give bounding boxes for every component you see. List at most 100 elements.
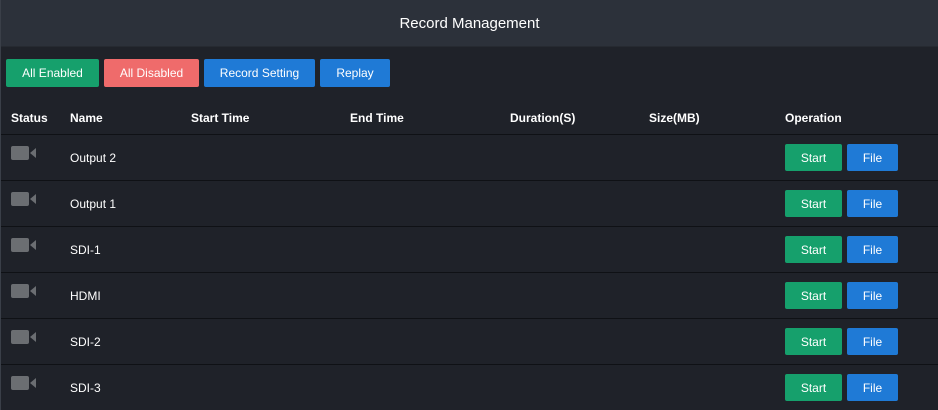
column-header-status: Status <box>1 101 70 135</box>
size-cell <box>649 272 785 319</box>
video-camera-icon-lens <box>30 240 36 250</box>
video-camera-icon-lens <box>30 332 36 342</box>
name-cell: SDI-1 <box>70 226 191 273</box>
video-camera-icon <box>11 376 37 391</box>
name-cell: SDI-3 <box>70 364 191 410</box>
video-camera-icon <box>11 330 37 345</box>
video-camera-icon-body <box>11 238 29 252</box>
start-record-button[interactable]: Start <box>785 282 842 309</box>
start-time-cell <box>191 364 350 410</box>
end-time-cell <box>350 226 510 273</box>
name-cell: HDMI <box>70 272 191 319</box>
duration-cell <box>510 134 649 181</box>
status-cell <box>1 318 70 365</box>
page-title: Record Management <box>399 14 540 32</box>
operation-buttons: Start File <box>785 236 938 263</box>
operation-cell: Start File <box>785 180 938 227</box>
table-row: HDMI Start File <box>1 272 938 319</box>
record-table: Status Name Start Time End Time Duration… <box>1 101 938 410</box>
operation-cell: Start File <box>785 134 938 181</box>
video-camera-icon-lens <box>30 286 36 296</box>
video-camera-icon <box>11 192 37 207</box>
operation-buttons: Start File <box>785 328 938 355</box>
operation-cell: Start File <box>785 226 938 273</box>
name-cell: Output 2 <box>70 134 191 181</box>
table-row: Output 1 Start File <box>1 180 938 227</box>
table-row: SDI-3 Start File <box>1 364 938 410</box>
start-time-cell <box>191 134 350 181</box>
start-time-cell <box>191 226 350 273</box>
column-header-end-time: End Time <box>350 101 510 135</box>
table-row: Output 2 Start File <box>1 134 938 181</box>
size-cell <box>649 134 785 181</box>
operation-cell: Start File <box>785 364 938 410</box>
video-camera-icon <box>11 284 37 299</box>
file-button[interactable]: File <box>847 190 898 217</box>
status-cell <box>1 226 70 273</box>
column-header-size: Size(MB) <box>649 101 785 135</box>
start-time-cell <box>191 272 350 319</box>
end-time-cell <box>350 364 510 410</box>
video-camera-icon-lens <box>30 194 36 204</box>
video-camera-icon-body <box>11 330 29 344</box>
start-record-button[interactable]: Start <box>785 144 842 171</box>
start-record-button[interactable]: Start <box>785 236 842 263</box>
operation-buttons: Start File <box>785 282 938 309</box>
operation-cell: Start File <box>785 272 938 319</box>
size-cell <box>649 364 785 410</box>
size-cell <box>649 180 785 227</box>
all-disabled-button[interactable]: All Disabled <box>104 59 199 87</box>
operation-buttons: Start File <box>785 374 938 401</box>
file-button[interactable]: File <box>847 144 898 171</box>
start-record-button[interactable]: Start <box>785 190 842 217</box>
file-button[interactable]: File <box>847 328 898 355</box>
start-time-cell <box>191 318 350 365</box>
all-enabled-button[interactable]: All Enabled <box>6 59 99 87</box>
status-cell <box>1 180 70 227</box>
column-header-name: Name <box>70 101 191 135</box>
operation-cell: Start File <box>785 318 938 365</box>
duration-cell <box>510 180 649 227</box>
toolbar: All Enabled All Disabled Record Setting … <box>1 47 938 87</box>
file-button[interactable]: File <box>847 374 898 401</box>
replay-button[interactable]: Replay <box>320 59 390 87</box>
video-camera-icon <box>11 146 37 161</box>
end-time-cell <box>350 318 510 365</box>
end-time-cell <box>350 272 510 319</box>
end-time-cell <box>350 134 510 181</box>
start-time-cell <box>191 180 350 227</box>
duration-cell <box>510 226 649 273</box>
column-header-start-time: Start Time <box>191 101 350 135</box>
video-camera-icon-body <box>11 192 29 206</box>
record-setting-button[interactable]: Record Setting <box>204 59 315 87</box>
record-management-panel: Record Management All Enabled All Disabl… <box>0 0 938 410</box>
panel-header: Record Management <box>1 0 938 47</box>
name-cell: Output 1 <box>70 180 191 227</box>
start-record-button[interactable]: Start <box>785 328 842 355</box>
table-row: SDI-2 Start File <box>1 318 938 365</box>
table-row: SDI-1 Start File <box>1 226 938 273</box>
size-cell <box>649 226 785 273</box>
video-camera-icon-body <box>11 376 29 390</box>
video-camera-icon-lens <box>30 148 36 158</box>
file-button[interactable]: File <box>847 236 898 263</box>
video-camera-icon-body <box>11 146 29 160</box>
video-camera-icon-body <box>11 284 29 298</box>
table-body: Output 2 Start File Output 1 Start File <box>1 134 938 410</box>
start-record-button[interactable]: Start <box>785 374 842 401</box>
duration-cell <box>510 318 649 365</box>
operation-buttons: Start File <box>785 190 938 217</box>
end-time-cell <box>350 180 510 227</box>
table-header-row: Status Name Start Time End Time Duration… <box>1 101 938 135</box>
video-camera-icon-lens <box>30 378 36 388</box>
column-header-duration: Duration(S) <box>510 101 649 135</box>
status-cell <box>1 272 70 319</box>
operation-buttons: Start File <box>785 144 938 171</box>
video-camera-icon <box>11 238 37 253</box>
duration-cell <box>510 364 649 410</box>
column-header-operation: Operation <box>785 101 938 135</box>
duration-cell <box>510 272 649 319</box>
file-button[interactable]: File <box>847 282 898 309</box>
name-cell: SDI-2 <box>70 318 191 365</box>
status-cell <box>1 364 70 410</box>
